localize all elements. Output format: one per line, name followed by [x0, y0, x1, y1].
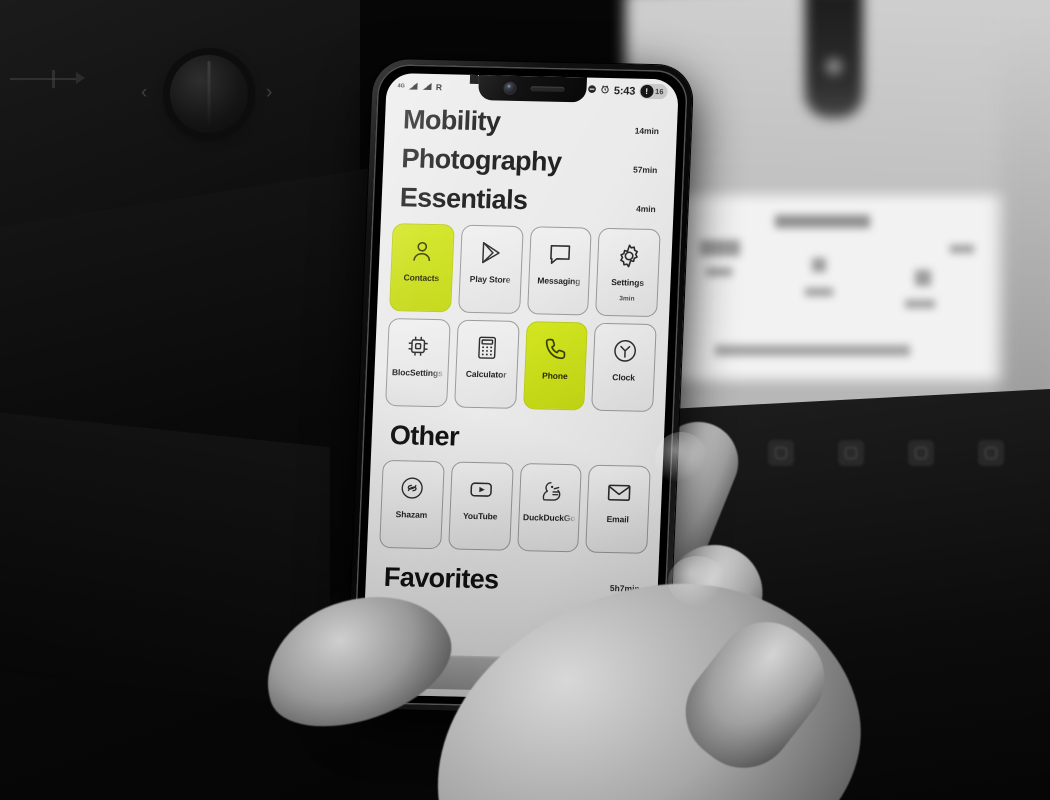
essentials-app-grid: Contacts Play Store Messaging Settings 3…	[373, 223, 673, 413]
app-tile-youtube[interactable]: YouTube	[447, 461, 514, 551]
status-bar-right: 5:43 ! 16	[588, 83, 668, 100]
section-title: Other	[389, 420, 460, 452]
alarm-icon	[601, 84, 611, 96]
app-tile-contacts[interactable]: Contacts	[389, 223, 455, 313]
status-bar-left: 4G R	[397, 81, 442, 92]
shazam-icon	[398, 474, 426, 502]
network-type-label: 4G	[397, 82, 405, 89]
app-label: BlocSettings	[391, 367, 443, 379]
knuckle-highlight	[655, 432, 707, 484]
infotainment-item-2	[812, 258, 826, 272]
section-header-other[interactable]: Other	[371, 420, 664, 456]
console-icon-1	[768, 440, 794, 466]
front-camera-icon	[504, 82, 516, 94]
battery-indicator: ! 16	[638, 83, 668, 100]
dashboard-tick-icon	[52, 70, 55, 88]
app-tile-phone[interactable]: Phone	[522, 321, 589, 411]
console-icon-3	[908, 440, 934, 466]
category-title: Essentials	[399, 182, 529, 216]
play-store-icon	[477, 239, 505, 267]
infotainment-label-2	[805, 288, 833, 296]
app-label: Play Store	[469, 273, 511, 285]
app-label: Shazam	[395, 509, 428, 520]
infotainment-item-3	[915, 270, 931, 286]
do-not-disturb-icon	[588, 84, 598, 96]
signal-bars-icon-1	[408, 81, 419, 90]
app-tile-settings[interactable]: Settings 3min	[595, 227, 661, 318]
earpiece-speaker-icon	[530, 86, 565, 92]
infotainment-label-1	[706, 268, 732, 276]
app-tile-email[interactable]: Email	[585, 464, 651, 554]
youtube-icon	[467, 476, 495, 504]
car-pillar	[1000, 0, 1050, 430]
category-usage-time: 14min	[634, 125, 660, 137]
category-usage-time: 57min	[632, 164, 658, 176]
infotainment-title-blur	[775, 215, 870, 228]
battery-percent-label: 16	[654, 87, 664, 97]
category-row-photography[interactable]: Photography 57min	[383, 143, 676, 179]
app-label: Clock	[612, 372, 636, 383]
app-label: Phone	[541, 370, 568, 382]
infotainment-item-4	[950, 245, 974, 253]
app-tile-duckduckgo[interactable]: DuckDuckGo	[516, 463, 583, 553]
chevron-left-icon: ‹	[141, 82, 148, 103]
app-usage-time: 3min	[619, 295, 635, 303]
app-label: Calculator	[465, 368, 507, 380]
app-label: Email	[606, 513, 629, 525]
infotainment-subtitle-blur	[715, 345, 910, 356]
category-row-mobility[interactable]: Mobility 14min	[385, 104, 678, 140]
app-tile-calculator[interactable]: Calculator	[453, 319, 520, 409]
app-label: Settings	[611, 277, 645, 288]
console-icon-2	[838, 440, 864, 466]
infotainment-label-3	[905, 300, 935, 308]
roaming-indicator: R	[435, 81, 443, 92]
app-tile-blocsettings[interactable]: BlocSettings	[385, 318, 451, 408]
category-row-essentials[interactable]: Essentials 4min	[381, 182, 674, 218]
clock-icon	[611, 337, 639, 365]
infotainment-item-1	[700, 240, 740, 256]
message-icon	[546, 241, 574, 269]
console-icon-4	[978, 440, 1004, 466]
phone-icon	[542, 336, 570, 364]
battery-alert-icon: !	[639, 84, 654, 98]
other-app-grid: Shazam YouTube DuckDuckGo Email	[367, 459, 663, 555]
app-label: YouTube	[462, 510, 498, 522]
display-notch	[477, 75, 588, 103]
category-usage-time: 4min	[635, 203, 656, 215]
chip-icon	[404, 332, 432, 360]
category-title: Mobility	[402, 104, 501, 137]
gear-icon	[615, 242, 643, 270]
app-tile-messaging[interactable]: Messaging	[526, 226, 592, 316]
app-tile-play-store[interactable]: Play Store	[457, 224, 524, 314]
chevron-right-icon: ›	[266, 82, 273, 103]
knuckle-highlight	[668, 556, 726, 606]
category-title: Photography	[400, 143, 562, 177]
app-label: DuckDuckGo	[522, 512, 576, 524]
dashboard-arrow-icon	[10, 72, 85, 84]
signal-bars-icon-2	[422, 82, 433, 91]
app-tile-shazam[interactable]: Shazam	[379, 459, 445, 550]
duckduckgo-icon	[536, 477, 564, 505]
calculator-icon	[473, 334, 501, 362]
section-header-favorites[interactable]: Favorites 5h7min	[365, 561, 658, 598]
person-icon	[408, 237, 436, 265]
app-label: Contacts	[403, 272, 440, 284]
rearview-mirror	[805, 0, 863, 118]
envelope-icon	[605, 479, 633, 507]
dashboard-knob	[170, 55, 248, 133]
app-label: Messaging	[537, 275, 581, 287]
app-tile-clock[interactable]: Clock	[591, 322, 657, 413]
status-bar-clock: 5:43	[613, 84, 636, 98]
section-title: Favorites	[383, 561, 500, 595]
